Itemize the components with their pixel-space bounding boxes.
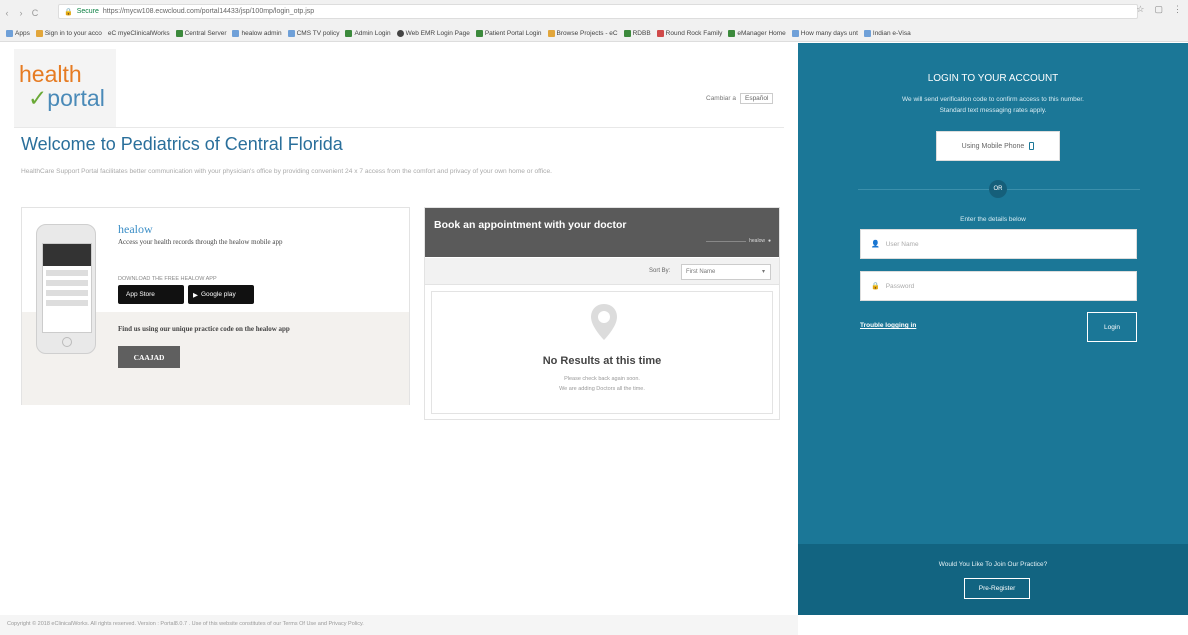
star-icon[interactable]: ☆: [1136, 4, 1144, 15]
healow-brand: healow: [118, 222, 153, 236]
sort-bar: Sort By: First Name ▾: [425, 258, 779, 285]
enter-details-label: Enter the details below: [960, 216, 1026, 223]
bookmark-item[interactable]: Admin Login: [345, 29, 391, 37]
login-message-1: We will send verification code to confir…: [902, 96, 1084, 103]
language-switcher: Cambiar a Español: [706, 93, 774, 104]
bookmark-item[interactable]: Apps: [6, 29, 30, 37]
username-field[interactable]: 👤 User Name: [860, 229, 1137, 259]
mobile-login-button[interactable]: Using Mobile Phone: [936, 131, 1060, 161]
url-text: https://mycw108.ecwcloud.com/portal14433…: [102, 8, 315, 15]
username-placeholder: User Name: [885, 240, 919, 248]
checkmark-icon: ✓: [28, 85, 48, 111]
bookmark-item[interactable]: RDBB: [623, 29, 651, 37]
bookmark-icon: [345, 29, 353, 37]
join-practice-text: Would You Like To Join Our Practice?: [938, 561, 1048, 568]
bookmark-item[interactable]: Central Server: [175, 29, 226, 37]
bookmark-item[interactable]: Browse Projects - eC: [547, 29, 618, 37]
user-icon: 👤: [871, 241, 880, 248]
healow-icon: ●: [767, 238, 771, 244]
logo-text-health: health: [19, 61, 82, 87]
bookmark-icon: [35, 29, 43, 37]
mobile-phone-icon: [1029, 142, 1035, 150]
powered-by-healow: healow ●: [706, 238, 771, 244]
bookmark-item[interactable]: Indian e-Visa: [863, 29, 911, 37]
healow-download-label: DOWNLOAD THE FREE HEALOW APP: [118, 276, 217, 282]
bookmark-icon: [396, 29, 404, 37]
main-content: health ✓portal Cambiar a Español Welcome…: [0, 43, 798, 635]
bookmark-icon: [232, 29, 240, 37]
healow-tagline: Access your health records through the h…: [118, 238, 283, 246]
pre-register-button[interactable]: Pre-Register: [964, 578, 1030, 599]
no-results-sub2: We are adding Doctors all the time.: [559, 386, 645, 392]
healow-find-text: Find us using our unique practice code o…: [118, 325, 290, 333]
password-field[interactable]: 🔒 Password: [860, 271, 1137, 301]
login-message-2: Standard text messaging rates apply.: [939, 107, 1047, 114]
bookmark-item[interactable]: eC myeClinicalWorks: [108, 30, 170, 37]
booking-header: Book an appointment with your doctor hea…: [425, 208, 779, 257]
logo-text-portal: ✓portal: [28, 85, 105, 111]
bookmark-item[interactable]: healow admin: [232, 29, 282, 37]
play-icon: ▶: [193, 291, 198, 299]
healow-app-card: healow Access your health records throug…: [21, 207, 410, 405]
bookmark-icon: [287, 29, 295, 37]
bookmark-item[interactable]: Patient Portal Login: [475, 29, 542, 37]
bookmark-item[interactable]: Sign in to your acco: [35, 29, 102, 37]
page-title: Welcome to Pediatrics of Central Florida: [21, 134, 343, 154]
bookmark-item[interactable]: Round Rock Family: [656, 29, 722, 37]
page-description: HealthCare Support Portal facilitates be…: [21, 168, 552, 175]
browser-actions: ☆ ▢ ⋮: [1136, 4, 1182, 15]
phone-image: [36, 224, 96, 354]
language-label: Cambiar a: [706, 95, 736, 102]
login-button[interactable]: Login: [1087, 312, 1137, 342]
bookmark-item[interactable]: How many days unt: [791, 29, 858, 37]
google-play-button[interactable]: ▶ Google play: [188, 285, 254, 304]
booking-title: Book an appointment with your doctor: [434, 219, 627, 231]
bookmark-item[interactable]: Web EMR Login Page: [396, 29, 470, 37]
secure-label: Secure: [76, 8, 99, 15]
booking-card: Book an appointment with your doctor hea…: [424, 207, 780, 420]
forward-icon[interactable]: ›: [14, 8, 28, 18]
results-panel: No Results at this time Please check bac…: [431, 291, 773, 414]
app-store-button[interactable]: App Store: [118, 285, 184, 304]
bookmarks-bar: Apps Sign in to your acco eC myeClinical…: [6, 27, 1182, 39]
browser-chrome: ‹ › C 🔒 Secure https://mycw108.ecwcloud.…: [0, 0, 1188, 42]
practice-code: CAAJAD: [118, 346, 180, 368]
sort-select[interactable]: First Name ▾: [681, 264, 771, 280]
sort-label: Sort By:: [649, 268, 671, 274]
bookmark-icon: [791, 29, 799, 37]
lock-icon: 🔒: [871, 283, 880, 290]
chevron-down-icon: ▾: [761, 269, 765, 275]
login-title: LOGIN TO YOUR ACCOUNT: [927, 73, 1059, 84]
bookmark-icon: [175, 29, 183, 37]
bookmark-icon: [475, 29, 483, 37]
apps-icon: [6, 29, 13, 37]
bookmark-item[interactable]: eManager Home: [728, 29, 786, 37]
login-panel: LOGIN TO YOUR ACCOUNT We will send verif…: [798, 43, 1188, 615]
copyright-text: Copyright © 2018 eClinicalWorks. All rig…: [7, 621, 364, 627]
bookmark-icon: [656, 29, 664, 37]
header-divider: [14, 127, 784, 128]
bookmark-item[interactable]: CMS TV policy: [287, 29, 339, 37]
bookmark-icon: [623, 29, 631, 37]
bookmark-icon: [547, 29, 555, 37]
language-button[interactable]: Español: [739, 93, 774, 104]
bookmark-icon: [863, 29, 871, 37]
password-placeholder: Password: [885, 282, 915, 290]
menu-icon[interactable]: ⋮: [1173, 4, 1182, 15]
no-results-text: No Results at this time: [542, 355, 662, 367]
no-results-sub1: Please check back again soon.: [564, 376, 640, 382]
lock-icon: 🔒: [64, 8, 73, 16]
or-label: OR: [989, 180, 1007, 198]
healthportal-logo: health ✓portal: [14, 49, 116, 127]
back-icon[interactable]: ‹: [0, 8, 14, 18]
trouble-logging-in-link[interactable]: Trouble logging in: [860, 322, 916, 329]
extension-icon[interactable]: ▢: [1154, 4, 1163, 15]
reload-icon[interactable]: C: [28, 8, 42, 18]
footer: Copyright © 2018 eClinicalWorks. All rig…: [0, 615, 798, 635]
bookmark-icon: [728, 29, 736, 37]
address-bar[interactable]: 🔒 Secure https://mycw108.ecwcloud.com/po…: [58, 4, 1138, 19]
map-pin-icon: [591, 304, 617, 340]
